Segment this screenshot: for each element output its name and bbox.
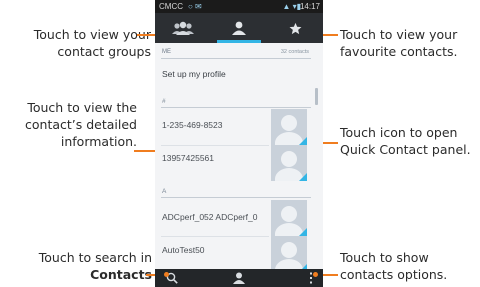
contact-avatar[interactable] xyxy=(271,109,307,145)
callout-quick-contact-line1: Touch icon to open xyxy=(340,125,458,140)
contact-avatar[interactable] xyxy=(271,145,307,181)
contact-name[interactable]: 1-235-469-8523 xyxy=(162,120,262,130)
section-divider xyxy=(161,107,311,108)
contacts-options-button[interactable] xyxy=(301,269,321,287)
callout-contact-groups-line2: contact groups xyxy=(57,44,151,59)
set-up-profile-item[interactable]: Set up my profile xyxy=(162,69,226,79)
section-header-hash: # xyxy=(162,98,166,105)
callout-contact-details-line2: contact’s detailed xyxy=(25,117,137,132)
callout-favourites: Touch to view your favourite contacts. xyxy=(340,26,480,60)
callout-contact-details-line1: Touch to view the xyxy=(27,100,137,115)
tab-groups[interactable] xyxy=(155,13,211,43)
callout-quick-contact-line2: Quick Contact panel. xyxy=(340,142,471,157)
callout-contact-details-line3: information. xyxy=(60,134,137,149)
section-header-a: A xyxy=(162,188,167,195)
row-divider xyxy=(161,145,269,146)
signal-wifi-battery-icons: ▲ ▾▮ xyxy=(282,2,301,11)
contact-avatar[interactable] xyxy=(271,200,307,236)
tab-bar xyxy=(155,13,323,43)
contact-name[interactable]: 13957425561 xyxy=(162,153,262,163)
section-divider xyxy=(161,197,311,198)
add-contact-icon xyxy=(233,272,245,284)
section-divider xyxy=(161,58,311,59)
callout-options-line2: contacts options. xyxy=(340,267,448,282)
tab-favourites[interactable] xyxy=(267,13,323,43)
contact-avatar[interactable] xyxy=(271,236,307,272)
row-divider xyxy=(161,236,269,237)
bottom-action-bar xyxy=(155,269,323,287)
contact-icon xyxy=(232,21,246,35)
callout-search-line1: Touch to search in xyxy=(38,250,152,265)
callout-quick-contact: Touch icon to open Quick Contact panel. xyxy=(340,124,480,158)
callout-favourites-line1: Touch to view your xyxy=(340,27,458,42)
section-header-me: ME xyxy=(162,49,171,55)
groups-icon xyxy=(172,21,194,35)
callout-contact-groups-line1: Touch to view your xyxy=(33,27,151,42)
callout-options-dot xyxy=(313,272,318,277)
tab-contacts[interactable] xyxy=(211,13,267,43)
callout-options: Touch to show contacts options. xyxy=(340,249,480,283)
callout-options-line1: Touch to show xyxy=(340,250,429,265)
carrier-label: CMCC xyxy=(159,2,183,11)
contact-name[interactable]: ADCperf_052 ADCperf_0 xyxy=(162,212,262,222)
callout-search-line2: Contacts xyxy=(90,267,152,282)
contact-count: 32 contacts xyxy=(280,49,309,55)
status-time: 14:17 xyxy=(299,2,320,11)
list-scrollbar[interactable] xyxy=(315,88,318,105)
contact-name[interactable]: AutoTest50 xyxy=(162,245,262,255)
contact-list: ME 32 contacts Set up my profile # 1-235… xyxy=(155,43,323,281)
callout-search: Touch to search in Contacts xyxy=(0,249,152,283)
notification-icons: ○ ✉ xyxy=(188,2,202,11)
phone-screen: CMCC ○ ✉ ▲ ▾▮ 14:17 ME 32 contacts Set u… xyxy=(155,0,323,287)
status-bar: CMCC ○ ✉ ▲ ▾▮ 14:17 xyxy=(155,0,323,13)
callout-contact-details: Touch to view the contact’s detailed inf… xyxy=(0,99,137,150)
search-button[interactable] xyxy=(157,269,187,287)
add-contact-button[interactable] xyxy=(224,269,254,287)
callout-contact-groups: Touch to view your contact groups xyxy=(0,26,151,60)
callout-search-dot xyxy=(164,272,169,277)
callout-favourites-line2: favourite contacts. xyxy=(340,44,458,59)
star-icon xyxy=(289,22,301,34)
